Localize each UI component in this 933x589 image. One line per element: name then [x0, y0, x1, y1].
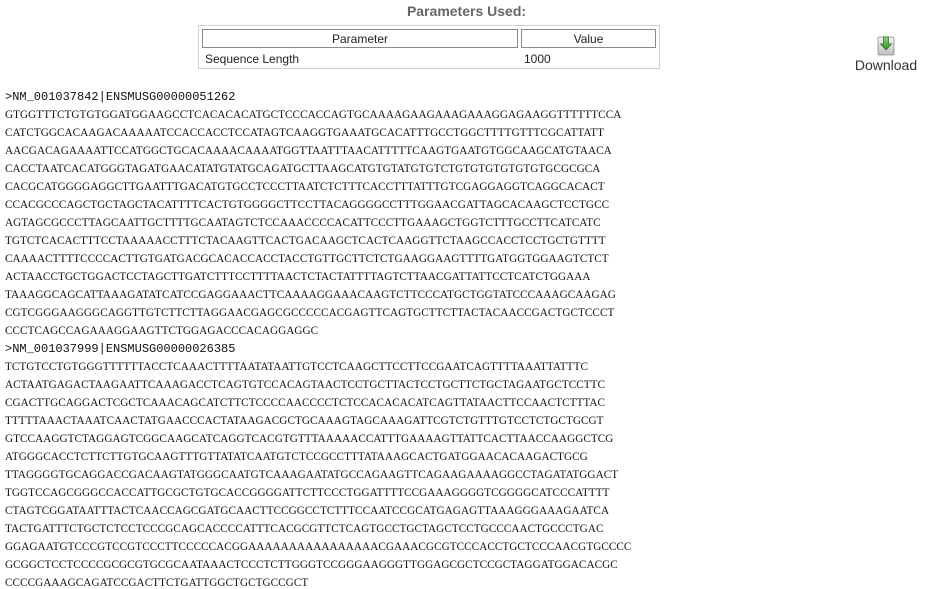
sequence-output: >NM_001037842|ENSMUSG00000051262 GTGGTTT… — [5, 88, 705, 589]
fasta-record: >NM_001037999|ENSMUSG00000026385 TCTGTCC… — [5, 340, 705, 589]
column-header-value: Value — [521, 29, 656, 48]
sequence-line: CAAAACTTTTCCCCACTTGTGATGACGCACACCACCTACC… — [5, 253, 609, 265]
sequence-line: GTGGTTTCTGTGTGGATGGAAGCCTCACACACATGCTCCC… — [5, 109, 622, 121]
sequence-line: AACGACAGAAAATTCCATGGCTGCACAAAACAAAATGGTT… — [5, 145, 612, 157]
parameters-table: Parameter Value Sequence Length 1000 — [199, 26, 659, 70]
sequence-line: GTCCAAGGTCTAGGAGTCGGCAAGCATCAGGTCACGTGTT… — [5, 433, 614, 445]
download-label[interactable]: Download — [848, 57, 924, 73]
sequence-line: AGTAGCGCCCTTAGCAATTGCTTTTGCAATAGTCTCCAAA… — [5, 217, 601, 229]
sequence-line: GGAGAATGTCCCGTCCGTCCCTTCCCCCACGGAAAAAAAA… — [5, 541, 632, 553]
sequence-line: CCACGCCCAGCTGCTAGCTACATTTTCACTGTGGGGCTTC… — [5, 199, 610, 211]
parameter-value: 1000 — [524, 52, 551, 66]
sequence-line: CCCTCAGCCAGAAAGGAAGTTCTGGAGACCCACAGGAGGC — [5, 325, 319, 337]
sequence-line: CACGCATGGGGAGGCTTGAATTTGACATGTGCCTCCCTTA… — [5, 181, 605, 193]
sequence-line: GCGGCTCCTCCCCGCGCGTGCGCAATAAACTCCCTCTTGG… — [5, 559, 618, 571]
sequence-line: TCTGTCCTGTGGGTTTTTTACCTCAAACTTTTAATATAAT… — [5, 361, 588, 373]
fasta-record: >NM_001037842|ENSMUSG00000051262 GTGGTTT… — [5, 88, 705, 340]
sequence-line: CGACTTGCAGGACTCGCTCAAACAGCATCTTCTCCCCAAC… — [5, 397, 606, 409]
fasta-header: >NM_001037842|ENSMUSG00000051262 — [5, 90, 236, 104]
sequence-line: TGGTCCAGCGGGCCACCATTGCGCTGTGCACCGGGGATTC… — [5, 487, 610, 499]
sequence-line: TAAAGGCAGCATTAAAGATATCATCCGAGGAAACTTCAAA… — [5, 289, 616, 301]
sequence-line: TACTGATTTCTGCTCTCCTCCCGCAGCACCCCATTTCACG… — [5, 523, 604, 535]
table-row: Sequence Length 1000 — [202, 51, 656, 67]
sequence-line: CGTCGGGAAGGGCAGGTTGTCTTCTTAGGAACGAGCGCCC… — [5, 307, 615, 319]
sequence-line: ACTAACCTGCTGGACTCCTAGCTTGATCTTTCCTTTTAAC… — [5, 271, 591, 283]
sequence-line: CCCCGAAAGCAGATCCGACTTCTGATTGGCTGCTGCCGCT — [5, 577, 309, 589]
sequence-line: TTAGGGGTGCAGGACCGACAAGTATGGGCAATGTCAAAGA… — [5, 469, 619, 481]
download-button[interactable]: Download — [848, 34, 924, 73]
parameters-title: Parameters Used: — [406, 3, 527, 19]
column-header-parameter: Parameter — [202, 29, 518, 48]
sequence-line: CACCTAATCACATGGGTAGATGAACATATGTATGCAGATG… — [5, 163, 601, 175]
sequence-line: ATGGGCACCTCTTCTTGTGCAAGTTTGTTATATCAATGTC… — [5, 451, 588, 463]
sequence-line: CATCTGGCACAAGACAAAAATCCACCACCTCCATAGTCAA… — [5, 127, 605, 139]
parameters-panel: Parameter Value Sequence Length 1000 — [198, 25, 660, 69]
sequence-line: TGTCTCACACTTTCCTAAAAACCTTTCTACAAGTTCACTG… — [5, 235, 606, 247]
sequence-line: TTTTTAAACTAAATCAACTATGAACCCACTATAAGACGCT… — [5, 415, 604, 427]
parameter-name: Sequence Length — [205, 52, 300, 66]
sequence-line: CTAGTCGGATAATTTACTCAACCAGCGATGCAACTTCCGG… — [5, 505, 610, 517]
sequence-line: ACTAATGAGACTAAGAATTCAAAGACCTCAGTGTCCACAG… — [5, 379, 606, 391]
fasta-header: >NM_001037999|ENSMUSG00000026385 — [5, 342, 236, 356]
download-arrow-icon[interactable] — [876, 34, 896, 56]
